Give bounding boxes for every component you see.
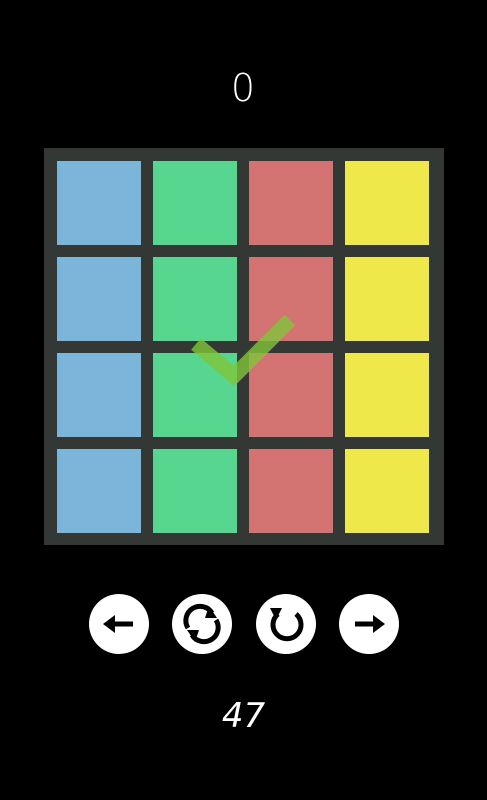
- move-left-button[interactable]: [89, 594, 149, 654]
- tile-yellow[interactable]: [345, 449, 429, 533]
- tile-red[interactable]: [249, 161, 333, 245]
- tile-blue[interactable]: [57, 257, 141, 341]
- undo-icon: [270, 608, 304, 642]
- puzzle-board: [44, 148, 444, 545]
- controls-bar: [0, 594, 487, 654]
- move-right-button[interactable]: [339, 594, 399, 654]
- shuffle-button[interactable]: [172, 594, 232, 654]
- tile-blue[interactable]: [57, 161, 141, 245]
- tile-green[interactable]: [153, 161, 237, 245]
- tile-green[interactable]: [153, 353, 237, 437]
- tile-green[interactable]: [153, 257, 237, 341]
- undo-button[interactable]: [256, 594, 316, 654]
- score-display: 0: [230, 66, 257, 110]
- refresh-icon: [183, 603, 221, 645]
- tile-yellow[interactable]: [345, 257, 429, 341]
- tile-red[interactable]: [249, 257, 333, 341]
- tile-red[interactable]: [249, 353, 333, 437]
- arrow-left-icon: [103, 615, 133, 633]
- arrow-right-icon: [355, 615, 385, 633]
- tile-blue[interactable]: [57, 353, 141, 437]
- tile-red[interactable]: [249, 449, 333, 533]
- tile-green[interactable]: [153, 449, 237, 533]
- tile-yellow[interactable]: [345, 353, 429, 437]
- tile-blue[interactable]: [57, 449, 141, 533]
- tile-yellow[interactable]: [345, 161, 429, 245]
- moves-counter: 47: [221, 696, 266, 736]
- game-screen: 0 47: [0, 0, 487, 800]
